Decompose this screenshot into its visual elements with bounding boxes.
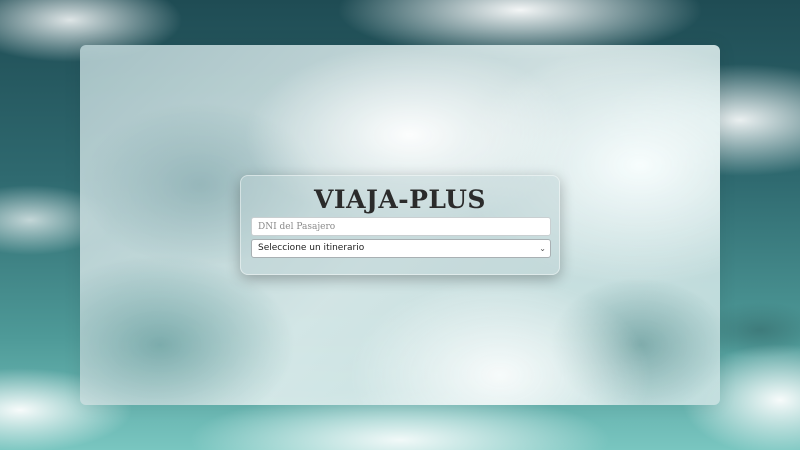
chevron-down-icon: ⌄ xyxy=(539,244,546,253)
dni-input[interactable] xyxy=(251,217,551,236)
itinerary-select-value: Seleccione un itinerario xyxy=(258,243,365,253)
login-card: VIAJA-PLUS Seleccione un itinerario ⌄ xyxy=(240,175,560,275)
app-title: VIAJA-PLUS xyxy=(314,185,486,214)
itinerary-select[interactable]: Seleccione un itinerario ⌄ xyxy=(251,239,551,258)
